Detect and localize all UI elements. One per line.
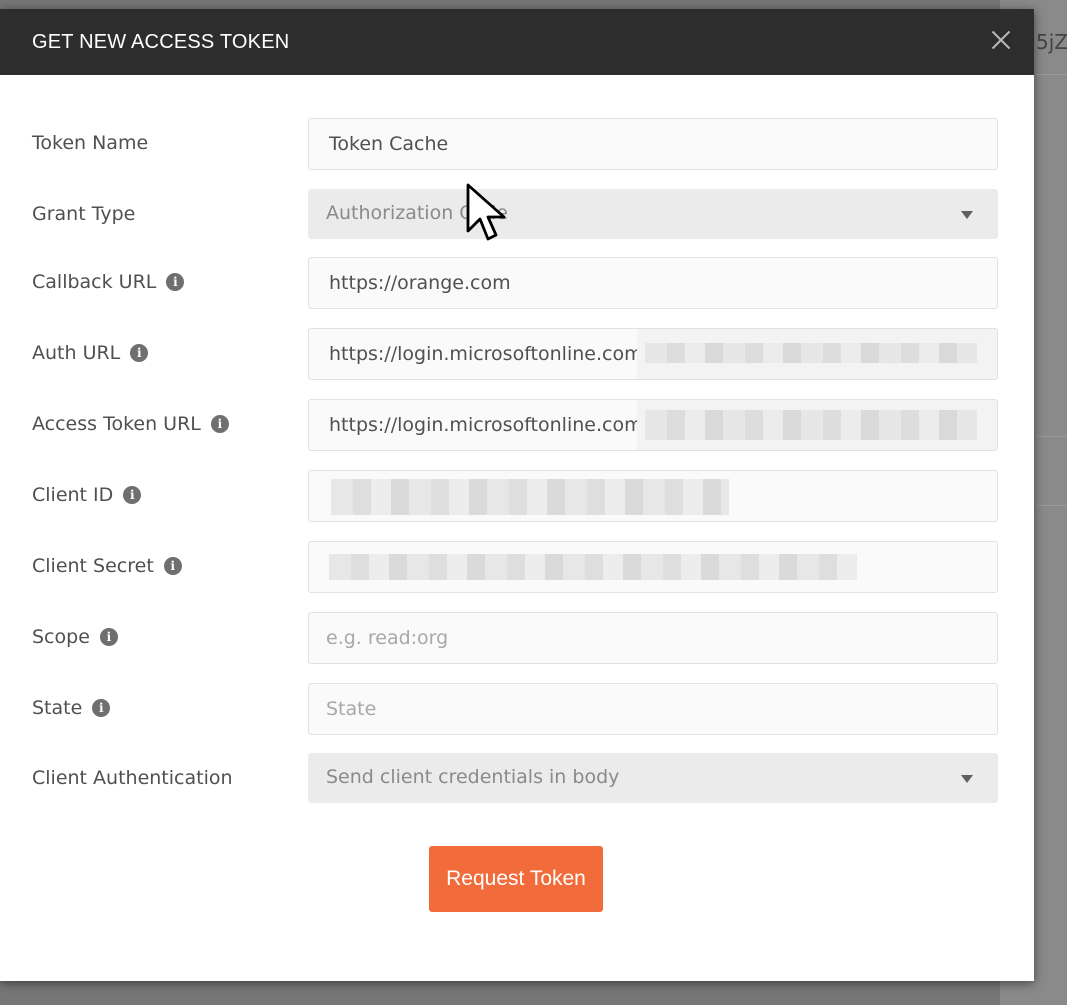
info-icon[interactable]: i xyxy=(210,415,229,433)
client-authentication-row: Client Authentication Send client creden… xyxy=(0,753,1034,807)
token-name-field xyxy=(308,118,998,170)
token-name-label: Token Name xyxy=(32,132,149,154)
callback-url-input[interactable] xyxy=(309,258,997,308)
mouse-pointer-icon xyxy=(466,183,506,241)
access-token-url-field xyxy=(308,399,998,451)
background-divider xyxy=(1036,505,1067,506)
dialog-title: GET NEW ACCESS TOKEN xyxy=(32,31,290,53)
state-field xyxy=(308,683,998,735)
access-token-url-label: Access Token URL i xyxy=(32,413,229,435)
chevron-down-icon xyxy=(961,775,973,783)
client-authentication-label: Client Authentication xyxy=(32,767,233,789)
auth-url-row: Auth URL i xyxy=(0,328,1034,382)
scope-label: Scope i xyxy=(32,626,118,648)
redaction-blur xyxy=(329,554,857,580)
info-icon[interactable]: i xyxy=(163,557,182,575)
request-token-button[interactable]: Request Token xyxy=(429,846,603,912)
redaction-blur xyxy=(645,410,977,440)
client-id-row: Client ID i xyxy=(0,470,1034,524)
callback-url-label: Callback URL i xyxy=(32,271,185,293)
client-secret-label: Client Secret i xyxy=(32,555,182,577)
background-partial-text: 5jZ xyxy=(1036,30,1067,54)
client-secret-row: Client Secret i xyxy=(0,541,1034,595)
scope-row: Scope i xyxy=(0,612,1034,666)
client-id-label: Client ID i xyxy=(32,484,142,506)
state-label: State i xyxy=(32,697,111,719)
access-token-url-row: Access Token URL i xyxy=(0,399,1034,453)
client-authentication-value: Send client credentials in body xyxy=(326,766,620,788)
chevron-down-icon xyxy=(961,211,973,219)
scope-input[interactable] xyxy=(309,613,997,663)
auth-url-label: Auth URL i xyxy=(32,342,149,364)
background-divider xyxy=(1036,74,1067,75)
info-icon[interactable]: i xyxy=(130,344,149,362)
token-name-row: Token Name xyxy=(0,118,1034,172)
state-row: State i xyxy=(0,683,1034,737)
redaction-blur xyxy=(645,343,977,363)
auth-url-field xyxy=(308,328,998,380)
info-icon[interactable]: i xyxy=(166,273,185,291)
client-id-field xyxy=(308,470,998,522)
background-divider xyxy=(1036,436,1067,437)
redaction-blur xyxy=(331,479,729,515)
close-icon[interactable] xyxy=(986,25,1016,55)
grant-type-select[interactable]: Authorization Code xyxy=(308,189,998,239)
grant-type-label: Grant Type xyxy=(32,203,136,225)
token-name-input[interactable] xyxy=(309,119,997,169)
dialog-header: GET NEW ACCESS TOKEN xyxy=(0,9,1034,75)
info-icon[interactable]: i xyxy=(92,699,111,717)
state-input[interactable] xyxy=(309,684,997,734)
scope-field xyxy=(308,612,998,664)
callback-url-field xyxy=(308,257,998,309)
callback-url-row: Callback URL i xyxy=(0,257,1034,311)
client-authentication-select[interactable]: Send client credentials in body xyxy=(308,753,998,803)
info-icon[interactable]: i xyxy=(99,628,118,646)
client-secret-field xyxy=(308,541,998,593)
grant-type-row: Grant Type Authorization Code xyxy=(0,189,1034,243)
info-icon[interactable]: i xyxy=(123,486,142,504)
access-token-dialog: GET NEW ACCESS TOKEN Token Name Grant Ty… xyxy=(0,9,1034,981)
